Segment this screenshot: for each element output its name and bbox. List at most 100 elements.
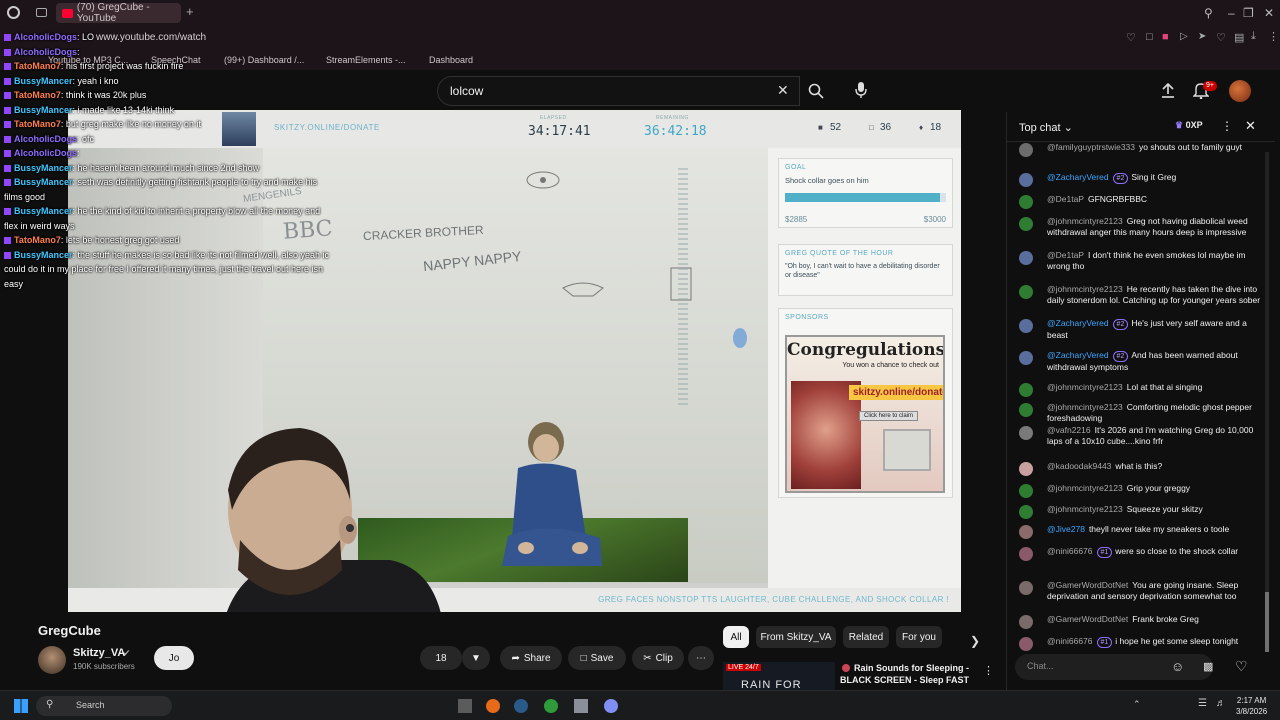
- new-tab-button[interactable]: +: [186, 4, 194, 19]
- chat-avatar[interactable]: [1019, 637, 1033, 651]
- shield-icon[interactable]: ■: [1162, 31, 1169, 43]
- tray-chevron-icon[interactable]: ⌃: [1133, 699, 1141, 710]
- search-input[interactable]: lolcow: [437, 76, 800, 106]
- app-icon[interactable]: [574, 699, 588, 713]
- like-button[interactable]: 18: [420, 646, 462, 670]
- chat-avatar[interactable]: [1019, 615, 1033, 629]
- voice-search-button[interactable]: [848, 77, 874, 103]
- chat-avatar[interactable]: [1019, 195, 1033, 209]
- extensions-icon[interactable]: □: [1146, 31, 1153, 43]
- chat-avatar[interactable]: [1019, 319, 1033, 333]
- chat-avatar[interactable]: [1019, 173, 1033, 187]
- chat-avatar[interactable]: [1019, 581, 1033, 595]
- chat-author[interactable]: @GamerWordDotNet: [1047, 580, 1128, 590]
- download-icon[interactable]: ⤓: [1251, 30, 1256, 43]
- wallet-icon[interactable]: ▤: [1234, 31, 1244, 44]
- chat-author[interactable]: @nini66676: [1047, 636, 1093, 646]
- menu-icon[interactable]: ⋮: [1268, 30, 1279, 43]
- chat-message[interactable]: @De1taP GFNGRBFBBC: [1019, 194, 1265, 209]
- close-chat-icon[interactable]: ✕: [1245, 118, 1256, 134]
- chat-avatar[interactable]: [1019, 547, 1033, 561]
- chat-author[interactable]: @Jive278: [1047, 524, 1085, 534]
- ad-claim-button[interactable]: Click here to claim: [859, 411, 919, 421]
- chat-message[interactable]: @nini66676 #1 were so close to the shock c…: [1019, 546, 1265, 561]
- xp-badge[interactable]: ♛ 0XP: [1175, 120, 1203, 131]
- chat-author[interactable]: @kadoodak9443: [1047, 461, 1111, 471]
- filter-chip-related[interactable]: Related: [843, 626, 889, 648]
- clear-search-icon[interactable]: ✕: [777, 82, 789, 99]
- chat-author[interactable]: @GamerWordDotNet: [1047, 614, 1128, 624]
- heart-reaction-icon[interactable]: ♡: [1235, 658, 1248, 675]
- browser-taskbar-icon[interactable]: [604, 699, 618, 713]
- minimize-button[interactable]: –: [1228, 6, 1235, 20]
- chat-message[interactable]: @johnmcintyre2123 Lol at that ai singing: [1019, 382, 1265, 397]
- more-options-icon[interactable]: ⋮: [983, 664, 994, 677]
- chat-scrollbar-thumb[interactable]: [1265, 592, 1269, 652]
- chat-author[interactable]: @De1taP: [1047, 194, 1084, 204]
- chat-author[interactable]: @De1taP: [1047, 250, 1084, 260]
- tab-overview-icon[interactable]: [36, 8, 47, 17]
- chat-scrollbar[interactable]: [1265, 152, 1269, 652]
- play-icon[interactable]: ▷: [1180, 31, 1188, 42]
- share-button[interactable]: ➦ Share: [500, 646, 562, 670]
- chat-avatar[interactable]: [1019, 351, 1033, 365]
- taskbar-clock[interactable]: 2:17 AM 3/8/2026: [1236, 695, 1267, 717]
- chat-message[interactable]: @Jive278 theyll never take my sneakers o …: [1019, 524, 1265, 539]
- firefox-icon[interactable]: [486, 699, 500, 713]
- close-window-button[interactable]: ✕: [1264, 6, 1274, 20]
- browser-logo-icon[interactable]: [7, 6, 20, 19]
- chat-message[interactable]: @De1taP I don't think he even smokes lol …: [1019, 250, 1265, 271]
- chat-message[interactable]: @vafn2216 It's 2026 and i'm watching Greg…: [1019, 425, 1265, 446]
- chat-message[interactable]: @johnmcintyre2123 Squeeze your skitzy: [1019, 504, 1265, 519]
- search-tabs-icon[interactable]: ⚲: [1204, 6, 1213, 20]
- dislike-button[interactable]: ▼: [462, 646, 490, 670]
- chat-message[interactable]: @johnmcintyre2123 Grip your greggy: [1019, 483, 1265, 498]
- channel-avatar[interactable]: [38, 646, 66, 674]
- bookmark-item[interactable]: Dashboard: [429, 55, 473, 65]
- chat-avatar[interactable]: [1019, 285, 1033, 299]
- taskbar-search[interactable]: ⚲ Search: [36, 696, 172, 716]
- start-button-icon[interactable]: [14, 699, 28, 713]
- chat-avatar[interactable]: [1019, 383, 1033, 397]
- chat-author[interactable]: @johnmcintyre2123: [1047, 216, 1123, 226]
- steam-icon[interactable]: [514, 699, 528, 713]
- chat-author[interactable]: @nini66676: [1047, 546, 1093, 556]
- chat-avatar[interactable]: [1019, 143, 1033, 157]
- network-icon[interactable]: ☰: [1198, 698, 1207, 709]
- chat-author[interactable]: @johnmcintyre2123: [1047, 382, 1123, 392]
- chat-message[interactable]: @kadoodak9443 what is this?: [1019, 461, 1265, 476]
- browser-tab-active[interactable]: (70) GregCube - YouTube: [56, 2, 181, 24]
- chat-author[interactable]: @ZacharyVered: [1047, 350, 1109, 360]
- chat-message[interactable]: @johnmcintyre2123 He recently has taken t…: [1019, 284, 1265, 305]
- heart-icon[interactable]: ♡: [1216, 31, 1226, 44]
- chat-avatar[interactable]: [1019, 484, 1033, 498]
- chat-author[interactable]: @johnmcintyre2123: [1047, 483, 1123, 493]
- chat-message[interactable]: @familyguyptrstwie333 yo shouts out to fa…: [1019, 142, 1265, 157]
- chat-avatar[interactable]: [1019, 251, 1033, 265]
- chat-avatar[interactable]: [1019, 525, 1033, 539]
- chat-message[interactable]: @ZacharyVered #2 And has been warned about…: [1019, 350, 1265, 373]
- channel-name[interactable]: Skitzy_VA: [73, 647, 125, 659]
- chat-avatar[interactable]: [1019, 217, 1033, 231]
- more-actions-button[interactable]: ⋯: [688, 646, 714, 670]
- send-icon[interactable]: ➤: [1198, 31, 1206, 42]
- chat-author[interactable]: @johnmcintyre2123: [1047, 504, 1123, 514]
- maximize-button[interactable]: ❐: [1243, 6, 1254, 20]
- chat-author[interactable]: @vafn2216: [1047, 425, 1091, 435]
- emoji-icon[interactable]: ☺: [1171, 659, 1184, 674]
- chevron-right-icon[interactable]: ❯: [970, 634, 980, 648]
- chat-author[interactable]: @johnmcintyre2123: [1047, 284, 1123, 294]
- top-chat-dropdown[interactable]: Top chat ⌄: [1019, 121, 1073, 134]
- chat-message[interactable]: @johnmcintyre2123 Comforting melodic ghos…: [1019, 402, 1265, 423]
- chat-message[interactable]: @GamerWordDotNet Frank broke Greg: [1019, 614, 1265, 629]
- chat-menu-icon[interactable]: ⋮: [1221, 119, 1233, 133]
- sponsor-ad[interactable]: Congregulations You won a chance to chec…: [785, 335, 945, 493]
- chat-message[interactable]: @nini66676 #1 i hope he get some sleep ton…: [1019, 636, 1265, 651]
- chat-author[interactable]: @familyguyptrstwie333: [1047, 142, 1135, 152]
- volume-icon[interactable]: ♬: [1216, 698, 1226, 709]
- chat-message[interactable]: @johnmcintyre2123 Greg not having diaboli…: [1019, 216, 1265, 237]
- bookmark-star-icon[interactable]: ♡: [1126, 31, 1136, 44]
- filter-chip-all[interactable]: All: [723, 626, 749, 648]
- chat-avatar[interactable]: [1019, 505, 1033, 519]
- account-avatar[interactable]: [1229, 80, 1251, 102]
